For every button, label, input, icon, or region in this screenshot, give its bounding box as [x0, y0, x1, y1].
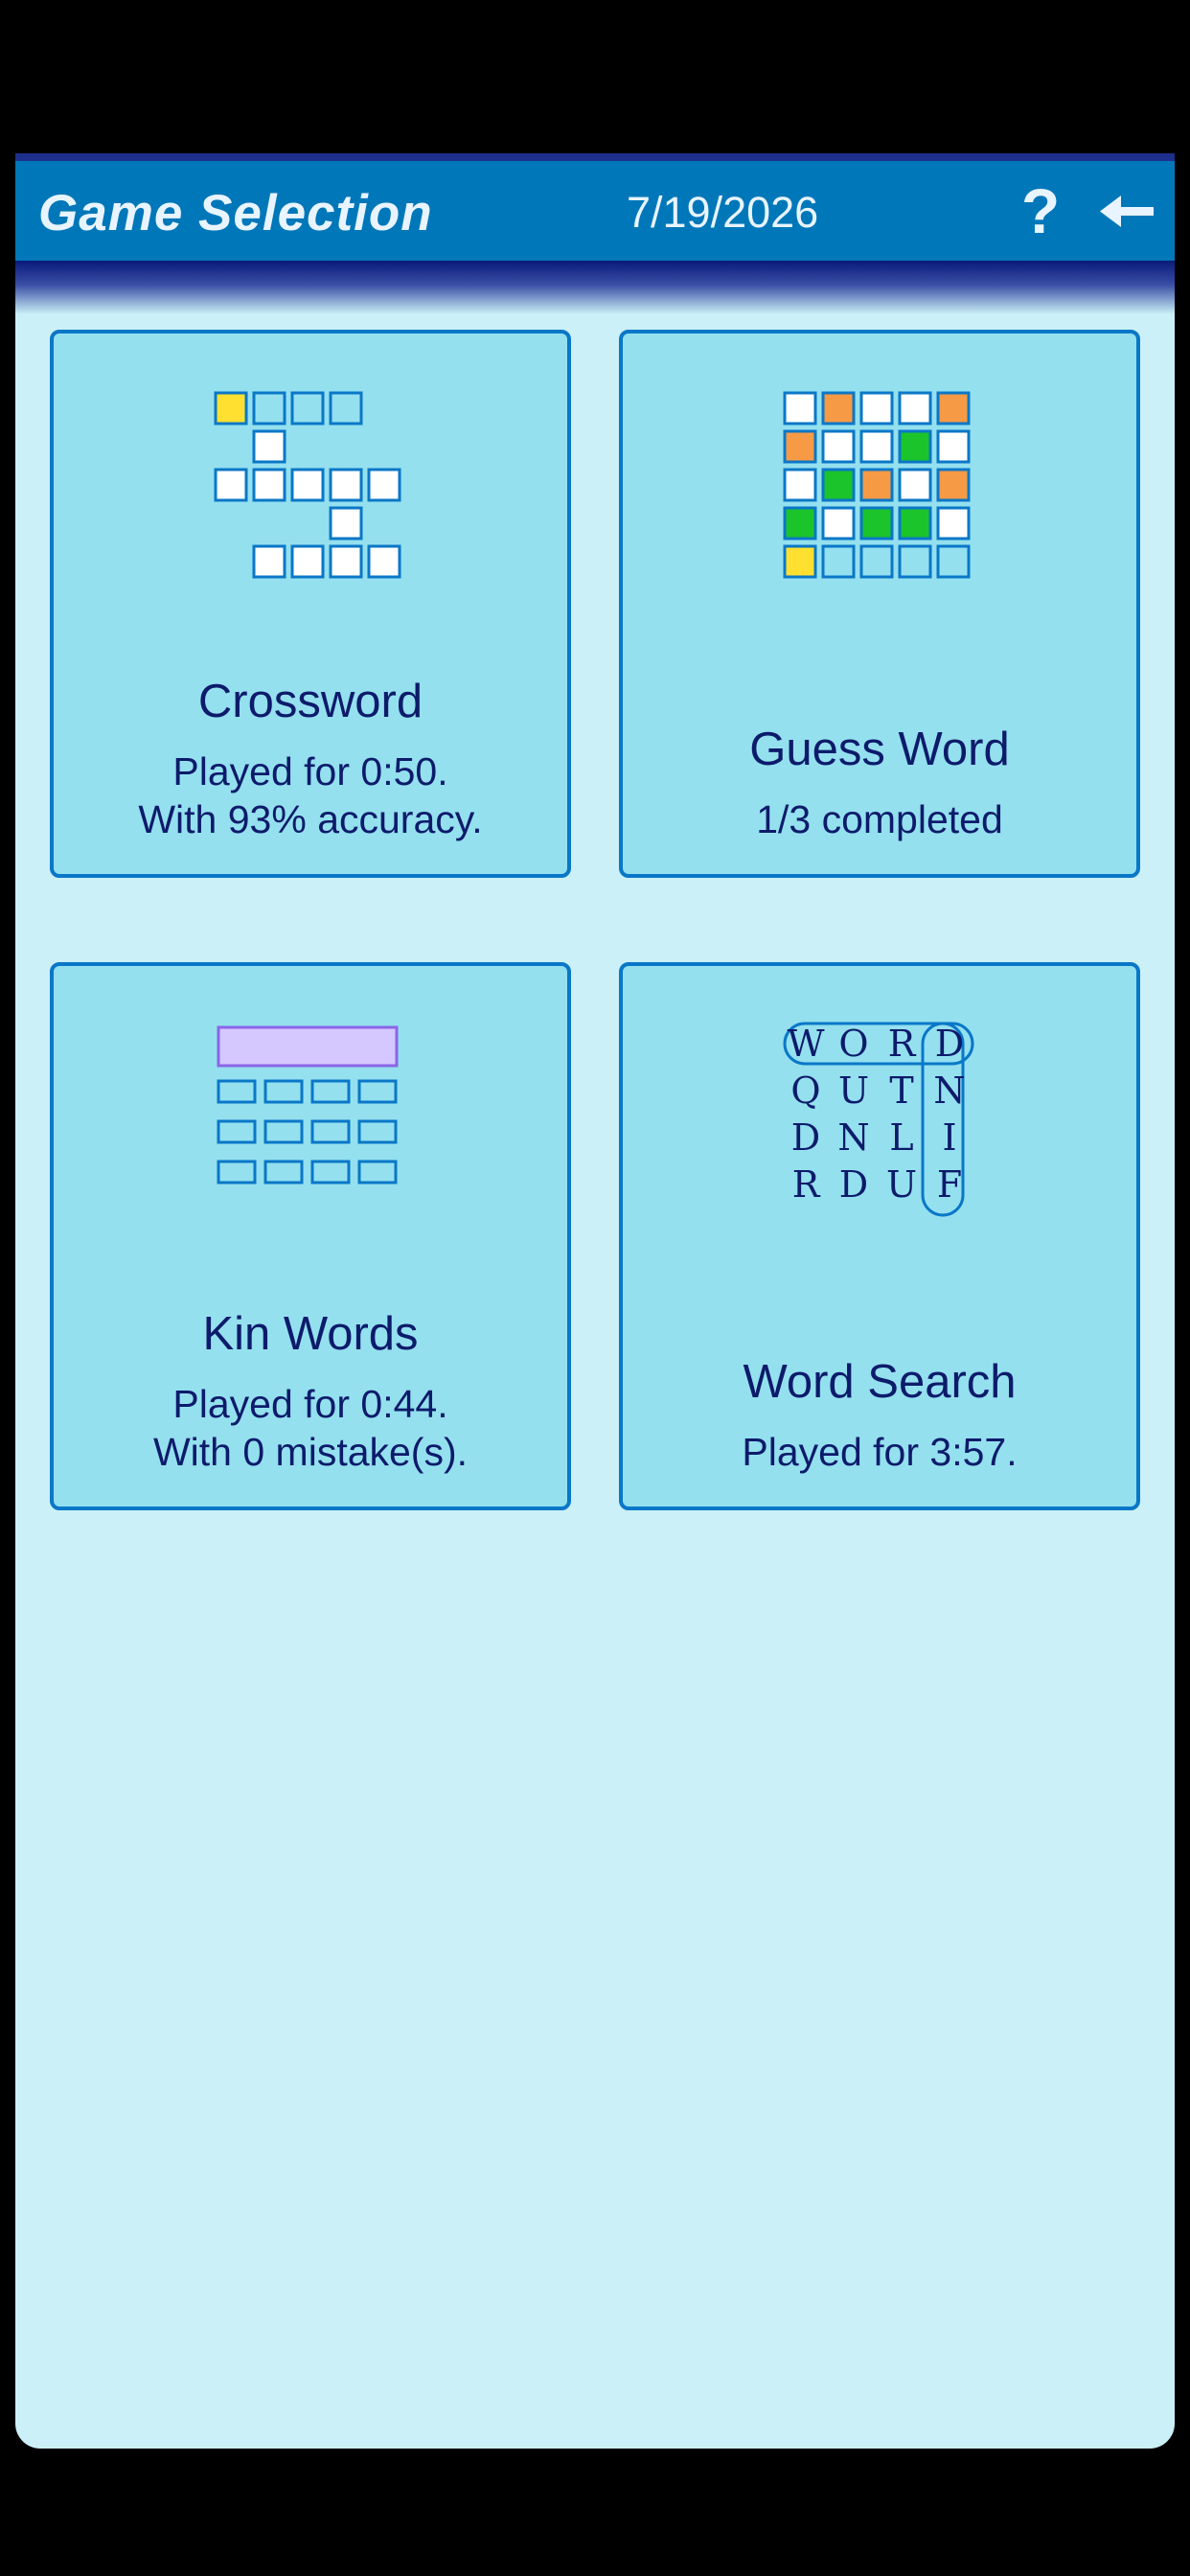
word-search-letter: R	[792, 1163, 821, 1206]
date-label: 7/19/2026	[627, 188, 819, 237]
question-mark-icon: ?	[1020, 175, 1061, 246]
app-header: Game Selection 7/19/2026 ?	[15, 153, 1175, 261]
word-search-letter: R	[888, 1023, 917, 1065]
crossword-grid-icon	[214, 391, 401, 579]
help-button[interactable]: ?	[1012, 176, 1069, 245]
word-search-letter: N	[933, 1070, 965, 1112]
word-search-letter: W	[787, 1023, 824, 1065]
game-card-crossword[interactable]: Crossword Played for 0:50. With 93% accu…	[50, 330, 571, 878]
game-name: Guess Word	[749, 724, 1010, 775]
game-card-kin-words[interactable]: Kin Words Played for 0:44. With 0 mistak…	[50, 962, 571, 1510]
back-button[interactable]	[1098, 188, 1156, 236]
game-card-guess-word[interactable]: Guess Word 1/3 completed	[619, 330, 1140, 878]
kin-words-grid-icon	[217, 1025, 399, 1184]
device-frame: Game Selection 7/19/2026 ? Crossword Pla…	[0, 0, 1190, 2576]
page-title: Game Selection	[38, 185, 433, 242]
word-search-letter: L	[889, 1116, 913, 1159]
word-search-letter: I	[942, 1116, 956, 1159]
game-stat-line: With 93% accuracy.	[138, 797, 483, 841]
game-stat-line: Played for 0:50.	[172, 749, 448, 794]
game-name: Word Search	[743, 1356, 1017, 1408]
game-name: Crossword	[197, 676, 423, 727]
guess-word-grid-icon	[783, 391, 971, 579]
header-shadow	[15, 261, 1175, 314]
word-search-letter: U	[886, 1163, 917, 1206]
game-name: Kin Words	[202, 1308, 419, 1360]
word-search-letter: D	[935, 1023, 964, 1065]
word-search-letter: D	[839, 1163, 868, 1206]
word-search-letter: D	[791, 1116, 820, 1159]
word-search-grid-icon: W O R DQ U T ND N L IR D U F	[783, 1022, 974, 1217]
word-search-letter: F	[937, 1163, 962, 1206]
app-screen: Game Selection 7/19/2026 ? Crossword Pla…	[15, 153, 1175, 2449]
game-stat-line: With 0 mistake(s).	[152, 1430, 469, 1474]
word-search-letter: O	[838, 1023, 868, 1065]
game-stat-line: Played for 0:44.	[172, 1382, 448, 1426]
word-search-letter: N	[837, 1116, 869, 1159]
word-search-letter: T	[889, 1070, 913, 1112]
game-stat-line: 1/3 completed	[756, 797, 1003, 841]
game-stat-line: Played for 3:57.	[742, 1430, 1018, 1474]
left-arrow-icon	[1100, 196, 1154, 227]
game-card-word-search[interactable]: WORDQUTNDNLIRDUF Word Search Played for …	[619, 962, 1140, 1510]
word-search-letter: Q	[790, 1070, 820, 1112]
word-search-letter: U	[838, 1070, 869, 1112]
